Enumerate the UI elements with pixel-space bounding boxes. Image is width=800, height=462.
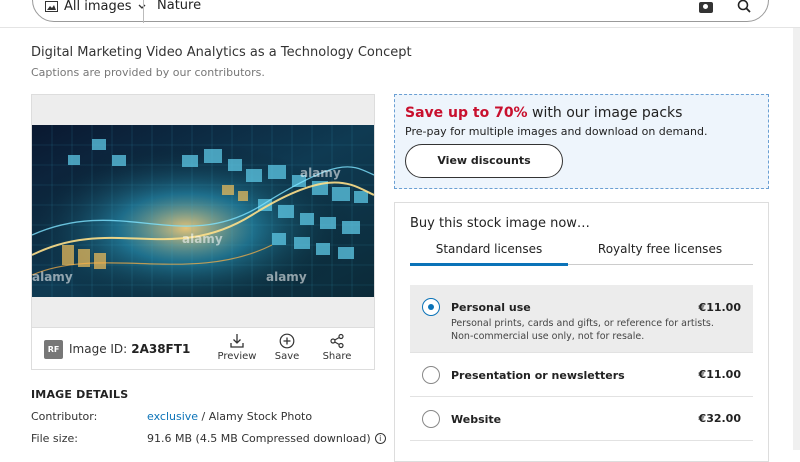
view-discounts-button[interactable]: View discounts [405,144,563,178]
contributor-agency: / Alamy Stock Photo [198,410,313,423]
license-option-desc-line1: Personal prints, cards and gifts, or ref… [451,318,714,329]
share-button[interactable]: Share [312,333,362,362]
watermark-text: alamy [32,270,73,284]
image-icon [45,1,58,12]
image-viewer[interactable]: alamy alamy alamy alamy [31,94,375,328]
license-radio[interactable] [422,366,440,384]
promo-discount: Save up to 70% [405,105,528,121]
watermark-text: alamy [300,166,341,180]
share-icon [330,333,344,349]
filesize-value: 91.6 MB (4.5 MB Compressed download) i [147,432,386,445]
caption-note: Captions are provided by our contributor… [31,66,265,79]
license-option-title: Presentation or newsletters [451,369,625,382]
save-label: Save [274,351,300,362]
license-option-website[interactable]: Website €32.00 [410,397,753,441]
search-input[interactable] [157,0,677,13]
image-id: Image ID: 2A38FT1 [69,342,190,356]
image-details-heading: IMAGE DETAILS [31,388,129,401]
stock-photo-graphic: alamy alamy alamy alamy [32,125,374,297]
license-radio-selected[interactable] [422,298,440,316]
license-option-price: €32.00 [698,412,741,425]
search-divider [143,0,144,23]
active-tab-indicator [410,263,568,266]
search-icon[interactable] [737,0,751,13]
buy-heading: Buy this stock image now… [410,216,590,231]
image-id-value: 2A38FT1 [131,342,191,356]
license-radio[interactable] [422,410,440,428]
license-option-title: Website [451,413,502,426]
preview-label: Preview [217,351,257,362]
contributor-link[interactable]: exclusive [147,410,198,423]
image-id-label: Image ID: [69,342,128,356]
promo-headline: Save up to 70% with our image packs [405,105,682,121]
promo-subtext: Pre-pay for multiple images and download… [405,125,708,138]
page-scrollbar[interactable] [793,28,800,450]
license-option-price: €11.00 [698,368,741,381]
license-option-presentation[interactable]: Presentation or newsletters €11.00 [410,353,753,397]
tab-royalty-free-licenses[interactable]: Royalty free licenses [580,242,740,256]
top-search-bar: All images [0,0,800,28]
license-option-desc-line2: Non-commercial use only, not for resale. [451,331,645,342]
license-option-personal-use[interactable]: Personal use €11.00 Personal prints, car… [410,285,753,353]
plus-circle-icon [279,333,295,349]
image-toolbar: RF Image ID: 2A38FT1 Preview Save Share [31,328,375,370]
promo-headline-rest: with our image packs [527,105,683,121]
watermark-text: alamy [266,270,307,284]
contributor-value: exclusive / Alamy Stock Photo [147,410,312,423]
info-icon[interactable]: i [374,433,386,444]
image-title: Digital Marketing Video Analytics as a T… [31,45,412,60]
preview-button[interactable]: Preview [212,333,262,362]
filesize-text: 91.6 MB (4.5 MB Compressed download) [147,432,371,445]
license-option-price: €11.00 [698,301,741,314]
stock-photo[interactable]: alamy alamy alamy alamy [32,125,374,297]
download-icon [230,334,244,348]
chevron-down-icon [138,4,145,9]
image-type-dropdown[interactable]: All images [45,0,146,14]
buy-panel: Buy this stock image now… Standard licen… [394,202,769,462]
share-label: Share [322,351,352,362]
image-pack-promo: Save up to 70% with our image packs Pre-… [394,94,769,189]
camera-search-icon[interactable] [699,2,713,13]
image-type-label: All images [64,0,132,14]
save-button[interactable]: Save [262,333,312,362]
filesize-label: File size: [31,432,78,445]
license-option-title: Personal use [451,301,531,314]
contributor-label: Contributor: [31,410,98,423]
watermark-text: alamy [182,232,223,246]
tab-standard-licenses[interactable]: Standard licenses [410,242,568,256]
license-badge: RF [44,340,63,359]
search-box[interactable]: All images [32,0,769,23]
